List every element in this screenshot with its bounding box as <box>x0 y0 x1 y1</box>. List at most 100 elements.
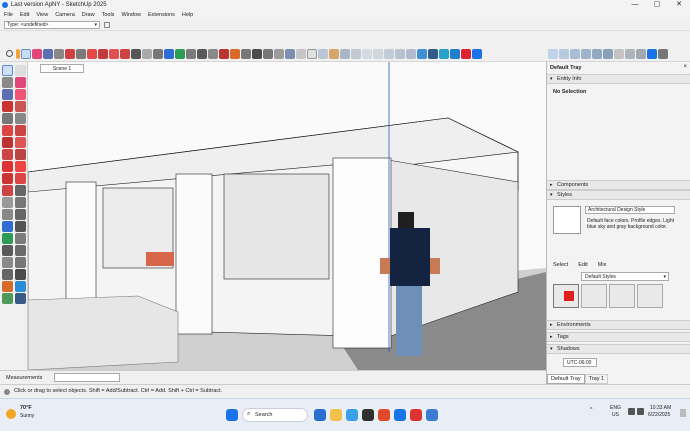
tray-tab-default[interactable]: Default Tray <box>547 374 585 384</box>
previous-view-icon[interactable] <box>219 48 229 59</box>
select-arrow-icon[interactable] <box>21 48 31 59</box>
edge-icon[interactable] <box>346 409 358 421</box>
tape-tool-icon[interactable] <box>2 197 13 208</box>
warehouse-icon[interactable] <box>450 48 460 59</box>
trimble-icon[interactable] <box>647 48 657 59</box>
menu-help[interactable]: Help <box>182 12 193 18</box>
add-location-icon[interactable] <box>439 48 449 59</box>
menu-draw[interactable]: Draw <box>82 12 95 18</box>
tab-mix[interactable]: Mix <box>598 262 607 268</box>
taskbar-search[interactable]: ⌕ Search <box>242 408 308 422</box>
caret-up-icon[interactable]: ^ <box>590 407 592 413</box>
photos-taskbar-icon[interactable] <box>426 409 438 421</box>
monochrome-icon[interactable] <box>340 48 350 59</box>
wifi-icon[interactable] <box>628 408 635 415</box>
timezone-select[interactable]: UTC-06:00 <box>563 358 597 367</box>
extension-warehouse-icon[interactable] <box>461 48 471 59</box>
rotate-tool-icon[interactable] <box>2 173 13 184</box>
section-tool-icon[interactable] <box>2 281 13 292</box>
follow-me-icon[interactable] <box>15 173 26 184</box>
weather-icon[interactable] <box>6 409 16 419</box>
walk-icon[interactable] <box>241 48 251 59</box>
rectangle-icon[interactable] <box>2 113 13 124</box>
shadow-icon[interactable] <box>428 48 438 59</box>
close-icon[interactable]: × <box>683 64 687 70</box>
dimension-icon[interactable] <box>15 197 26 208</box>
back-view-icon[interactable] <box>395 48 405 59</box>
menu-file[interactable]: File <box>4 12 13 18</box>
wireframe-icon[interactable] <box>296 48 306 59</box>
rotated-rectangle-icon[interactable] <box>15 113 26 124</box>
tab-select[interactable]: Select <box>553 262 568 268</box>
hidden-line-icon[interactable] <box>307 48 317 59</box>
eraser-icon[interactable] <box>32 48 42 59</box>
circle-icon[interactable] <box>2 125 13 136</box>
paint-bucket-icon[interactable] <box>43 48 53 59</box>
scale-icon[interactable] <box>120 48 130 59</box>
profile-icon[interactable] <box>658 48 668 59</box>
tags-header[interactable]: ▸ Tags <box>547 332 690 342</box>
tag-pencil-icon[interactable] <box>104 22 110 28</box>
pan-tool-icon[interactable] <box>15 233 26 244</box>
menu-view[interactable]: View <box>36 12 48 18</box>
shadows-header[interactable]: ▾ Shadows <box>547 344 690 354</box>
walk-tool-icon[interactable] <box>2 269 13 280</box>
solid-trim-icon[interactable] <box>570 48 580 59</box>
menu-edit[interactable]: Edit <box>20 12 29 18</box>
polygon-icon[interactable] <box>15 125 26 136</box>
protractor-icon[interactable] <box>2 209 13 220</box>
zoom-icon[interactable] <box>197 48 207 59</box>
style-name-field[interactable]: Architectural Design Style <box>585 206 675 214</box>
windows-start-icon[interactable] <box>226 409 238 421</box>
scene-tab[interactable]: Scene 1 <box>40 64 84 73</box>
maximize-button[interactable]: ▢ <box>646 0 668 10</box>
left-view-icon[interactable] <box>406 48 416 59</box>
menu-window[interactable]: Window <box>121 12 141 18</box>
pushpull-tool-icon[interactable] <box>15 161 26 172</box>
offset-icon[interactable] <box>131 48 141 59</box>
x-ray-icon[interactable] <box>274 48 284 59</box>
line-tool-icon[interactable] <box>54 48 64 59</box>
sketchup-taskbar-icon[interactable] <box>394 409 406 421</box>
move-icon[interactable] <box>98 48 108 59</box>
eye-icon[interactable] <box>15 293 26 304</box>
look-around-tool-icon[interactable] <box>15 269 26 280</box>
section-plane-icon[interactable] <box>230 48 240 59</box>
layout-taskbar-icon[interactable] <box>410 409 422 421</box>
measurements-input[interactable] <box>54 373 120 382</box>
eraser-tool-icon[interactable] <box>15 77 26 88</box>
plus-icon[interactable] <box>472 48 482 59</box>
zoom-window-icon[interactable] <box>15 245 26 256</box>
erase-line-icon[interactable] <box>15 89 26 100</box>
info-icon[interactable] <box>4 389 10 395</box>
paint-tool-icon[interactable] <box>2 89 13 100</box>
rotate-icon[interactable] <box>109 48 119 59</box>
solid-union-icon[interactable] <box>548 48 558 59</box>
style-swatch-4[interactable] <box>637 284 663 308</box>
zoom-extents-tool-icon[interactable] <box>2 257 13 268</box>
lasso-icon[interactable] <box>15 65 26 76</box>
arc-icon[interactable] <box>2 137 13 148</box>
2pt-arc-icon[interactable] <box>2 149 13 160</box>
tab-edit[interactable]: Edit <box>578 262 587 268</box>
speaker-icon[interactable] <box>637 408 644 415</box>
back-edges-icon[interactable] <box>285 48 295 59</box>
menu-tools[interactable]: Tools <box>102 12 115 18</box>
file-explorer-icon[interactable] <box>330 409 342 421</box>
tag-select[interactable]: Type: <undefined> ▾ <box>4 21 100 29</box>
scale-tool-icon[interactable] <box>2 185 13 196</box>
position-camera-tool-icon[interactable] <box>15 257 26 268</box>
chrome-icon[interactable] <box>378 409 390 421</box>
style-library-select[interactable]: Default Styles ▾ <box>581 272 669 281</box>
text-icon[interactable] <box>153 48 163 59</box>
pie-icon[interactable] <box>15 137 26 148</box>
model-viewport[interactable]: Scene 1 <box>28 62 546 370</box>
solid-split-icon[interactable] <box>592 48 602 59</box>
select-tool-icon[interactable] <box>2 65 13 76</box>
zoom-extents-icon[interactable] <box>208 48 218 59</box>
tray-tab-1[interactable]: Tray 1 <box>584 374 609 384</box>
solid-subtract-icon[interactable] <box>559 48 569 59</box>
environments-header[interactable]: ▸ Environments <box>547 320 690 330</box>
scene-icon[interactable] <box>625 48 635 59</box>
minimize-button[interactable]: — <box>624 0 646 10</box>
